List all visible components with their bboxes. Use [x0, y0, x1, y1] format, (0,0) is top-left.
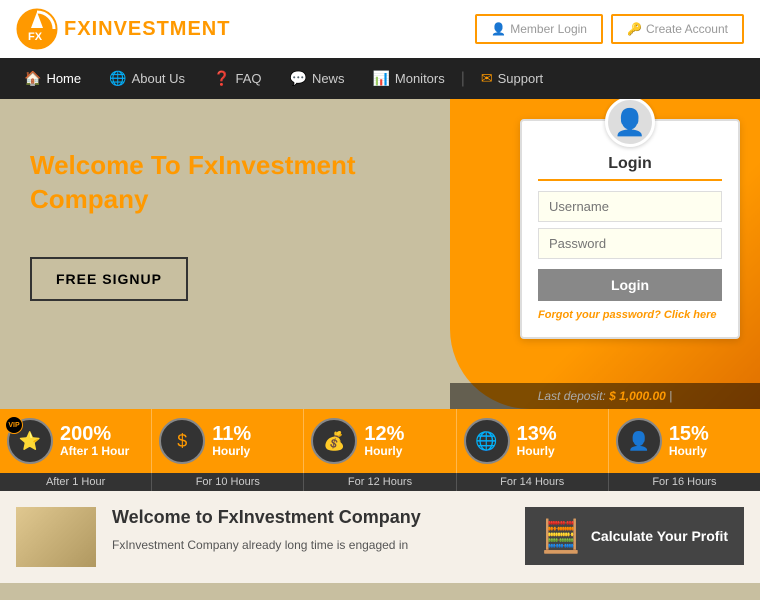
- plan-icon-wrap-2: $: [158, 417, 206, 465]
- bottom-image: [16, 507, 96, 567]
- sublabel-4: For 14 Hours: [457, 473, 609, 491]
- bottom-title: Welcome to FxInvestment Company: [112, 507, 509, 528]
- forgot-password: Forgot your password? Click here: [538, 309, 722, 321]
- create-account-button[interactable]: 🔑 Create Account: [611, 14, 744, 44]
- vip-icon-circle: VIP ⭐: [7, 418, 53, 464]
- last-deposit-bar: Last deposit: $ 1,000.00 |: [450, 383, 760, 409]
- plan-info-4: 13% Hourly: [517, 424, 602, 458]
- sublabel-2: For 10 Hours: [152, 473, 304, 491]
- nav-item-about[interactable]: 🌐 About Us: [95, 58, 199, 99]
- hero-content: Welcome To FxInvestment Company FREE SIG…: [0, 99, 420, 331]
- login-title: Login: [538, 155, 722, 173]
- globe-icon: 🌐: [109, 70, 126, 87]
- login-divider: [538, 179, 722, 181]
- member-login-button[interactable]: 👤 Member Login: [475, 14, 603, 44]
- plan-info-1: 200% After 1 Hour: [60, 424, 145, 458]
- avatar-icon: 👤: [605, 99, 655, 147]
- bottom-section: Welcome to FxInvestment Company FxInvest…: [0, 491, 760, 583]
- vip-badge: VIP: [5, 416, 23, 434]
- username-input[interactable]: [538, 191, 722, 222]
- plan-item-1[interactable]: VIP ⭐ 200% After 1 Hour: [0, 409, 152, 473]
- globe-icon-circle: 🌐: [464, 418, 510, 464]
- dollar-icon-circle-2: $: [159, 418, 205, 464]
- forgot-password-link[interactable]: Click here: [664, 309, 717, 321]
- password-input[interactable]: [538, 228, 722, 259]
- logo-text: FXINVESTMENT: [64, 18, 230, 41]
- login-avatar: 👤: [538, 99, 722, 147]
- plan-icon-wrap-1: VIP ⭐: [6, 417, 54, 465]
- calculator-label: Calculate Your Profit: [591, 528, 728, 544]
- sublabel-5: For 16 Hours: [609, 473, 760, 491]
- person-icon: 👤: [491, 22, 506, 36]
- nav-separator: |: [459, 70, 467, 88]
- calculator-widget[interactable]: 🧮 Calculate Your Profit: [525, 507, 744, 565]
- plan-item-3[interactable]: 💰 12% Hourly: [304, 409, 456, 473]
- key-icon: 🔑: [627, 22, 642, 36]
- plan-item-2[interactable]: $ 11% Hourly: [152, 409, 304, 473]
- chart-icon: 📊: [372, 70, 389, 87]
- nav-item-home[interactable]: 🏠 Home: [10, 58, 95, 99]
- nav-item-support[interactable]: ✉ Support: [467, 58, 557, 99]
- hero-section: Welcome To FxInvestment Company FREE SIG…: [0, 99, 760, 409]
- logo-fx: FX: [64, 18, 92, 40]
- main-nav: 🏠 Home 🌐 About Us ❓ FAQ 💬 News 📊 Monitor…: [0, 58, 760, 99]
- bottom-description: FxInvestment Company already long time i…: [112, 536, 509, 554]
- login-panel-wrapper: 👤 Login Login Forgot your password? Clic…: [420, 99, 760, 409]
- plan-info-5: 15% Hourly: [669, 424, 754, 458]
- hero-title: Welcome To FxInvestment Company: [30, 149, 390, 217]
- logo-icon: FX: [16, 8, 58, 50]
- coins-icon-circle: 💰: [311, 418, 357, 464]
- bottom-left: Welcome to FxInvestment Company FxInvest…: [112, 507, 509, 554]
- header-buttons: 👤 Member Login 🔑 Create Account: [475, 14, 744, 44]
- header: FX FXINVESTMENT 👤 Member Login 🔑 Create …: [0, 0, 760, 58]
- home-icon: 🏠: [24, 70, 41, 87]
- calculator-icon: 🧮: [541, 517, 581, 555]
- logo: FX FXINVESTMENT: [16, 8, 230, 50]
- plan-item-5[interactable]: 👤 15% Hourly: [609, 409, 760, 473]
- plan-info-3: 12% Hourly: [364, 424, 449, 458]
- person-dollar-icon-circle: 👤: [616, 418, 662, 464]
- plan-icon-wrap-4: 🌐: [463, 417, 511, 465]
- login-box: 👤 Login Login Forgot your password? Clic…: [520, 119, 740, 339]
- svg-text:FX: FX: [28, 31, 43, 43]
- nav-item-faq[interactable]: ❓ FAQ: [199, 58, 275, 99]
- plan-info-2: 11% Hourly: [212, 424, 297, 458]
- plan-icon-wrap-5: 👤: [615, 417, 663, 465]
- plan-item-4[interactable]: 🌐 13% Hourly: [457, 409, 609, 473]
- sublabel-3: For 12 Hours: [304, 473, 456, 491]
- plan-sublabels: After 1 Hour For 10 Hours For 12 Hours F…: [0, 473, 760, 491]
- login-button[interactable]: Login: [538, 269, 722, 301]
- nav-item-monitors[interactable]: 📊 Monitors: [358, 58, 458, 99]
- free-signup-button[interactable]: FREE SIGNUP: [30, 257, 188, 301]
- mail-icon: ✉: [481, 70, 493, 87]
- plan-icon-wrap-3: 💰: [310, 417, 358, 465]
- nav-item-news[interactable]: 💬 News: [276, 58, 359, 99]
- chat-icon: 💬: [290, 70, 307, 87]
- question-icon: ❓: [213, 70, 230, 87]
- sublabel-1: After 1 Hour: [0, 473, 152, 491]
- plans-bar: VIP ⭐ 200% After 1 Hour $ 11% Hourly 💰 1…: [0, 409, 760, 473]
